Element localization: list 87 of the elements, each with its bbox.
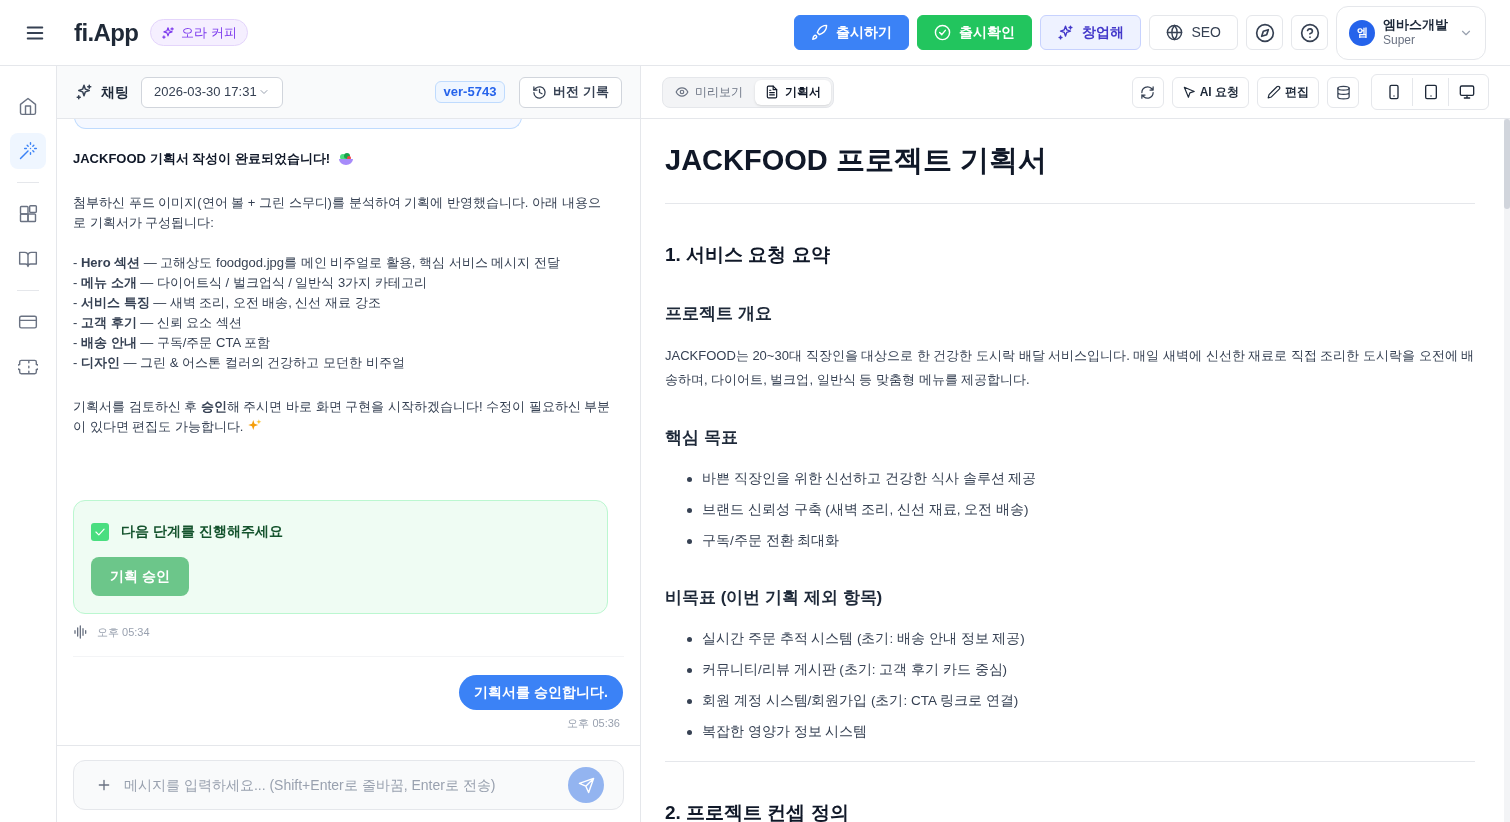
toolbar-button[interactable]: 편집	[1257, 76, 1319, 108]
sparkle-icon	[1057, 24, 1075, 41]
view-tab[interactable]: 미리보기	[665, 79, 753, 105]
user-menu[interactable]: 엠 엠바스개발 Super	[1336, 5, 1486, 60]
card-icon	[18, 312, 38, 332]
refresh-icon	[1140, 84, 1156, 100]
sparkle-icon	[75, 83, 93, 101]
header-button[interactable]: 출시하기	[794, 15, 910, 50]
version-badge: ver-5743	[434, 81, 506, 103]
globe-icon	[1166, 24, 1184, 41]
bullet-icon	[687, 729, 692, 735]
pencil-icon	[1267, 85, 1281, 99]
list-item: 바쁜 직장인을 위한 신선하고 건강한 식사 솔루션 제공	[702, 470, 1037, 488]
message-list-line: - 디자인 — 그린 & 어스톤 컬러의 건강하고 모던한 비주얼	[73, 354, 406, 372]
next-step-label: 다음 단계를 진행해주세요	[121, 522, 283, 541]
compass-button[interactable]	[1246, 15, 1283, 50]
sidebar-item[interactable]	[10, 133, 46, 169]
list-item: 구독/주문 전환 최대화	[702, 532, 840, 550]
subsection-heading: 프로젝트 개요	[665, 303, 773, 325]
message-paragraph: 첨부하신 푸드 이미지(연어 볼 + 그린 스무디)를 분석하여 기획에 반영했습니다. 아래 내용으로 기획서가 구성됩니다:	[73, 194, 602, 232]
bullet-icon	[687, 538, 692, 544]
subsection-heading: 비목표 (이번 기획 제외 항목)	[665, 587, 884, 609]
session-select[interactable]: 2026-03-30 17:31	[141, 76, 283, 108]
eye-icon	[675, 85, 689, 99]
wand-icon	[18, 141, 38, 161]
compass-icon	[1254, 22, 1275, 43]
salad-bowl-icon	[338, 151, 355, 167]
user-name: 엠바스개발	[1383, 16, 1449, 34]
blocks-icon	[18, 204, 38, 224]
home-icon	[18, 96, 38, 116]
subsection-heading: 핵심 목표	[665, 427, 739, 449]
bullet-icon	[687, 636, 692, 642]
message-list-line: - 메뉴 소개 — 다이어트식 / 벌크업식 / 일반식 3가지 카테고리	[73, 274, 428, 292]
list-item: 실시간 주문 추적 시스템 (초기: 배송 안내 정보 제공)	[702, 630, 1025, 648]
header-button[interactable]: SEO	[1149, 15, 1238, 50]
user-avatar: 엠	[1349, 19, 1375, 46]
bullet-icon	[687, 667, 692, 673]
help-button[interactable]	[1291, 15, 1328, 50]
history-icon	[532, 84, 548, 100]
bullet-icon	[687, 507, 692, 513]
section-heading: 2. 프로젝트 컨셉 정의	[665, 801, 850, 822]
message-input[interactable]: 메시지를 입력하세요... (Shift+Enter로 줄바꿈, Enter로 전송)	[124, 774, 556, 796]
message-paragraph: 기획서를 검토하신 후 승인해 주시면 바로 화면 구현을 시작하겠습니다! 수정이 필요하신 부분이 있다면 편집도 가능합니다.	[73, 398, 612, 436]
ticket-icon	[18, 357, 38, 377]
book-icon	[18, 249, 38, 269]
workspace-badge[interactable]: 오라 커피	[150, 19, 248, 46]
document-title: JACKFOOD 프로젝트 기획서	[665, 143, 1048, 178]
check-circle-icon	[934, 24, 952, 41]
monitor-icon	[1458, 84, 1475, 100]
section-heading: 1. 서비스 요청 요약	[665, 243, 831, 267]
message-time: 오후 05:36	[567, 715, 620, 731]
bullet-icon	[687, 698, 692, 704]
message-list-line: - 고객 후기 — 신뢰 요소 섹션	[73, 314, 244, 332]
list-item: 브랜드 신뢰성 구축 (새벽 조리, 신선 재료, 오전 배송)	[702, 501, 1029, 519]
user-message-bubble: 기획서를 승인합니다.	[459, 674, 623, 710]
waveform-icon	[73, 624, 89, 641]
cursor-icon	[1181, 85, 1196, 99]
document-paragraph: JACKFOOD는 20~30대 직장인을 대상으로 한 건강한 도시락 배달 서비스입니다. 매일 새벽에 신선한 재료로 직접 조리한 도시락을 오전에 배송하며, 다이어트, 벌크업, 일반식 등 맞춤형 메뉴를 제공합니다.	[665, 347, 1475, 389]
refresh-button[interactable]	[1131, 76, 1164, 108]
checkbox[interactable]	[91, 522, 109, 541]
list-item: 복잡한 영양가 정보 시스템	[702, 723, 868, 741]
rocket-icon	[811, 24, 829, 41]
send-icon	[577, 776, 595, 794]
tablet-icon	[1422, 84, 1439, 100]
toolbar-button[interactable]: AI 요청	[1171, 76, 1249, 108]
database-button[interactable]	[1327, 76, 1359, 108]
chat-title: 채팅	[101, 82, 129, 102]
header-button[interactable]: 창업해	[1040, 15, 1142, 50]
list-item: 커뮤니티/리뷰 게시판 (초기: 고객 후기 카드 중심)	[702, 661, 1007, 679]
version-history-button[interactable]: 버전 기록	[519, 76, 622, 108]
bullet-icon	[687, 476, 692, 482]
help-icon	[1299, 22, 1320, 43]
app-logo[interactable]: fi.App	[74, 14, 139, 51]
message-list-line: - Hero 섹션 — 고해상도 foodgod.jpg를 메인 비주얼로 활용, 핵심 서비스 메시지 전달	[73, 254, 561, 272]
message-list-line: - 서비스 특징 — 새벽 조리, 오전 배송, 신선 재료 강조	[73, 294, 382, 312]
user-role: Super	[1383, 33, 1417, 49]
message-input-bar[interactable]: 메시지를 입력하세요... (Shift+Enter로 줄바꿈, Enter로 전송)	[73, 760, 624, 810]
message-heading: JACKFOOD 기획서 작성이 완료되었습니다!	[73, 150, 331, 168]
list-item: 회원 계정 시스템/회원가입 (초기: CTA 링크로 연결)	[702, 692, 1019, 710]
mobile-icon	[1386, 84, 1402, 100]
document-icon	[765, 85, 779, 99]
view-tab[interactable]: 기획서	[755, 79, 831, 105]
message-list-line: - 배송 안내 — 구독/주문 CTA 포함	[73, 334, 271, 352]
plus-icon	[96, 777, 112, 793]
database-icon	[1335, 84, 1351, 100]
message-time: 오후 05:34	[97, 625, 150, 640]
sparkle-icon	[161, 25, 176, 40]
